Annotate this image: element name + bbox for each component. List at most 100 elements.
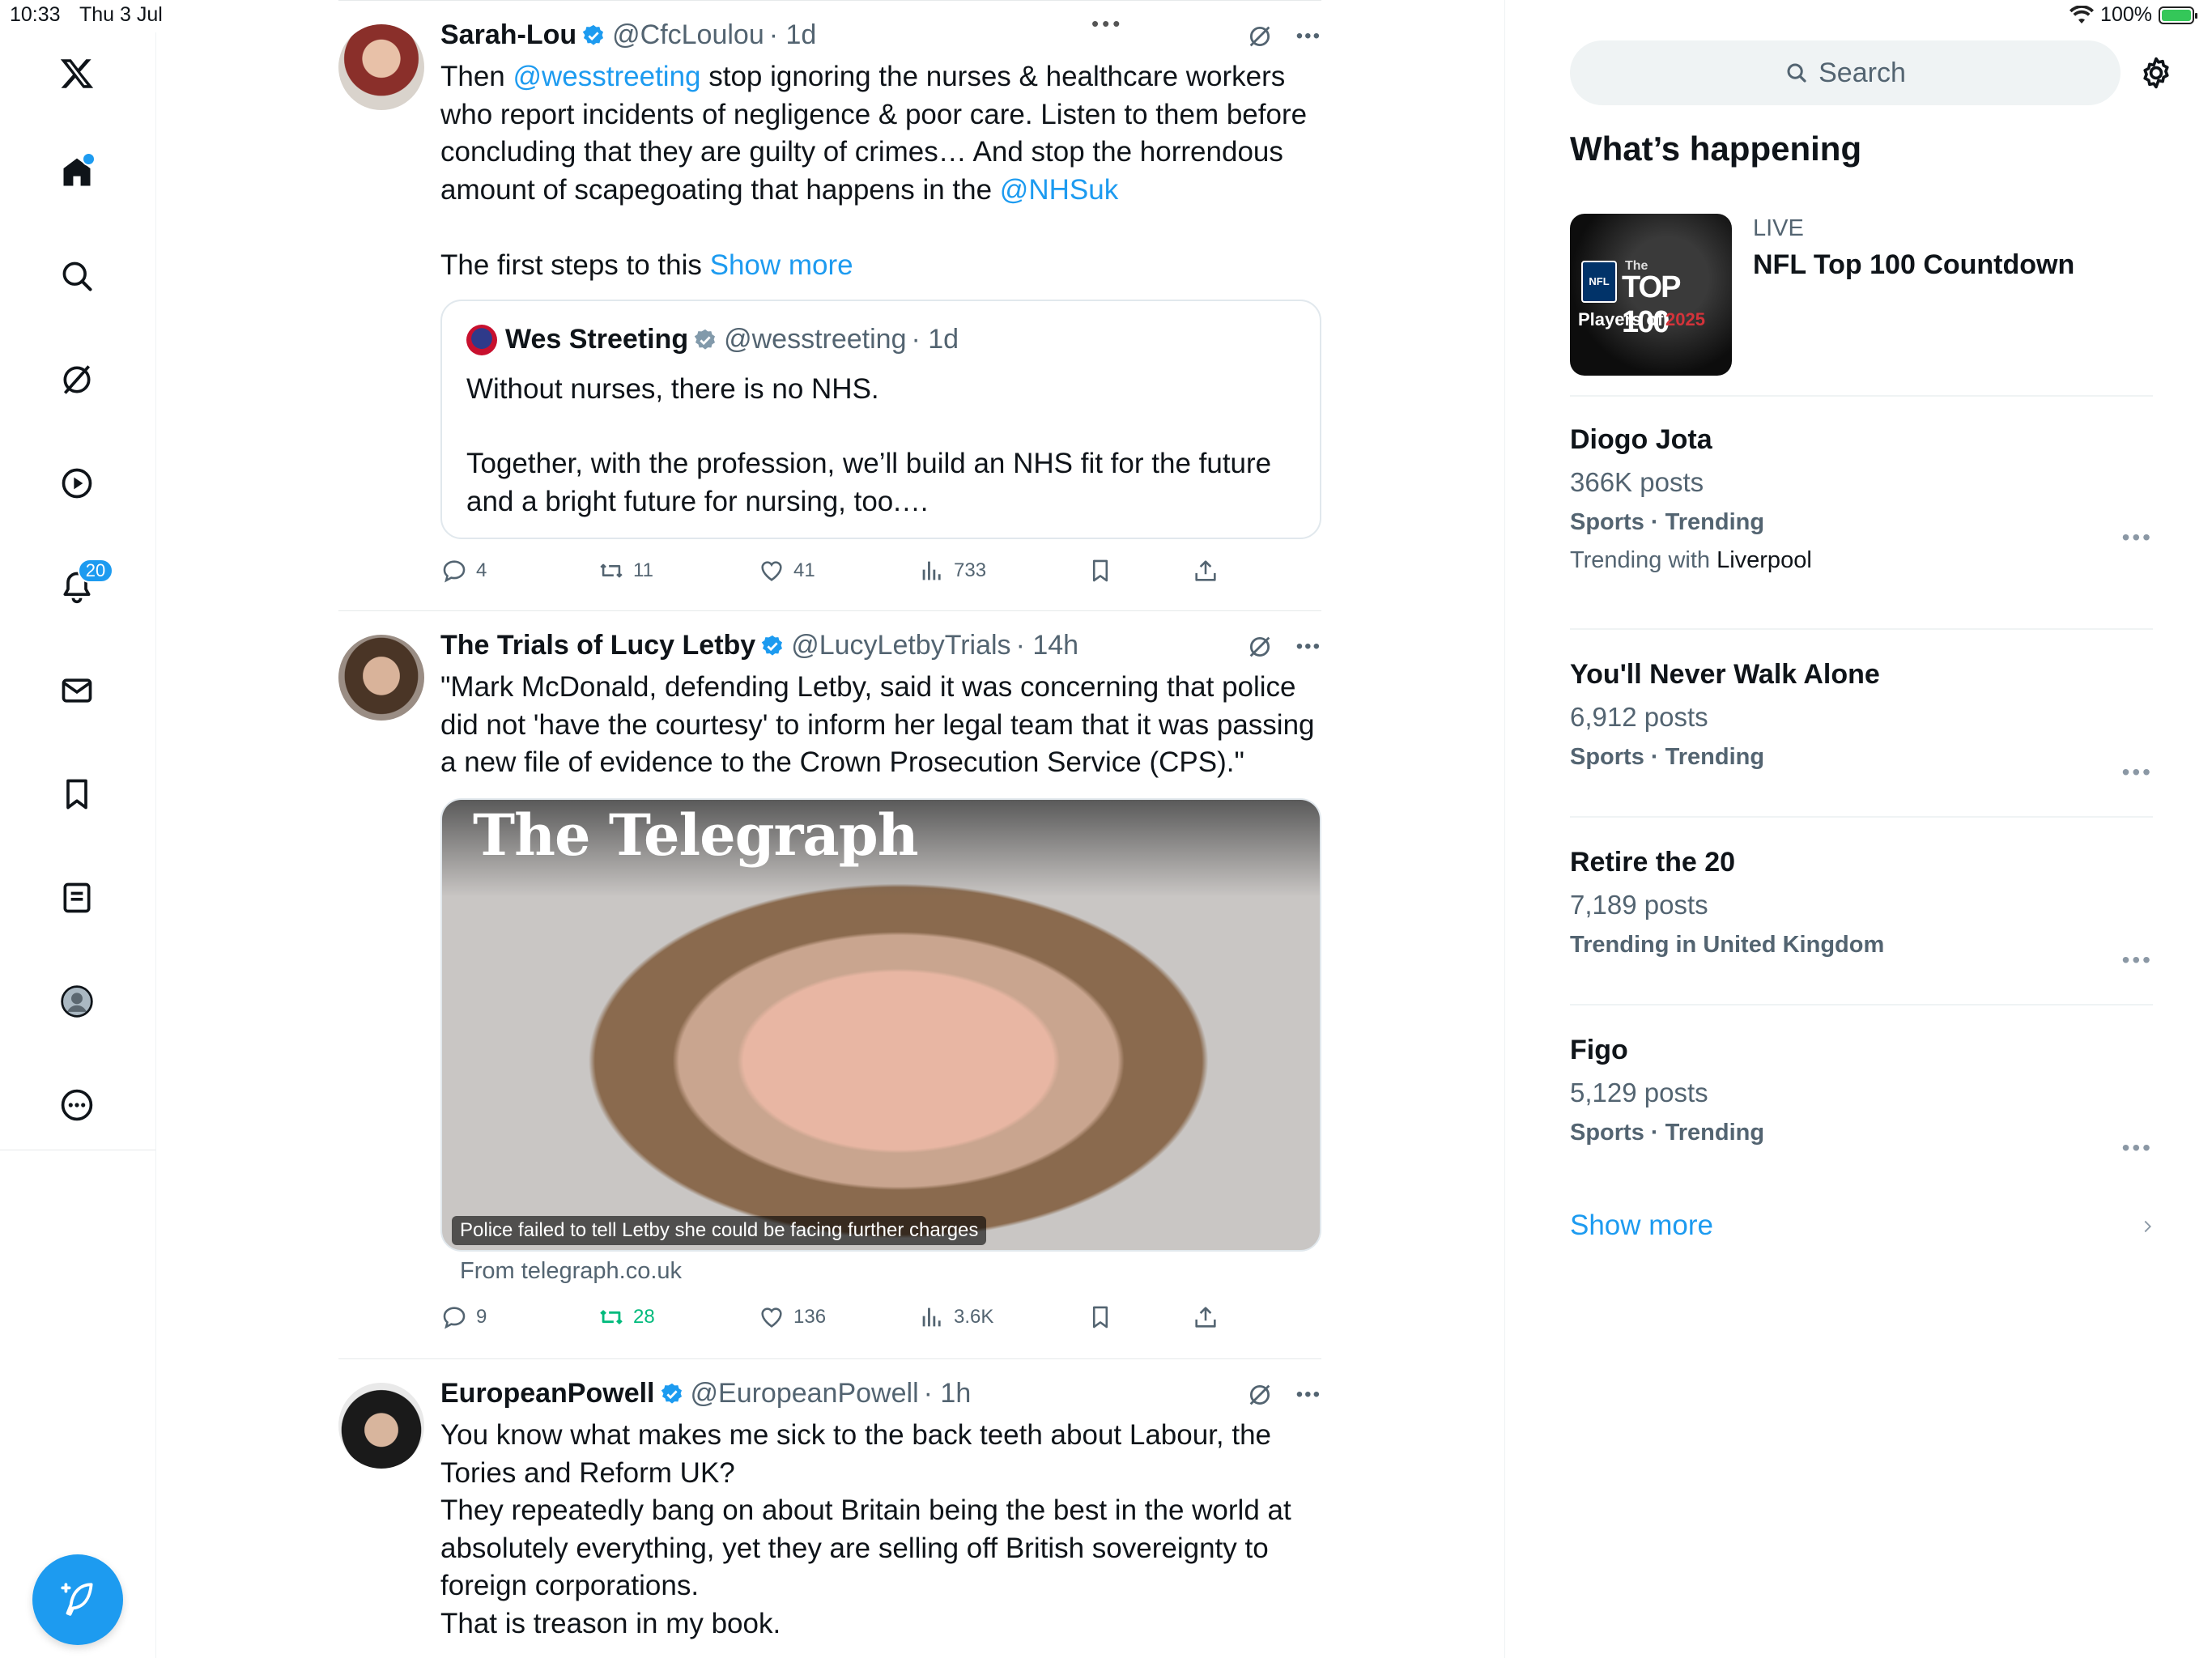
avatar[interactable] — [338, 1383, 424, 1469]
timeline-feed: Sarah-Lou @CfcLoulou · 1d ••• Then @wess… — [338, 0, 1321, 1658]
grok-icon[interactable] — [1246, 1381, 1274, 1409]
avatar[interactable] — [338, 24, 424, 110]
search-icon[interactable] — [53, 253, 100, 300]
more-options-icon[interactable]: ••• — [1296, 25, 1321, 48]
tweet-meta-icons: ••• — [1246, 23, 1321, 50]
grok-icon[interactable] — [53, 356, 100, 403]
profile-icon[interactable] — [53, 978, 100, 1025]
trend-title: Retire the 20 — [1570, 847, 1736, 878]
thumb-players-of: Players of — [1578, 309, 1664, 329]
sidebar-divider — [1570, 395, 2153, 397]
share-button[interactable] — [1192, 1303, 1219, 1331]
reply-count: 4 — [476, 559, 487, 581]
live-title[interactable]: NFL Top 100 Countdown — [1753, 249, 2074, 281]
telegraph-masthead: The Telegraph — [473, 801, 919, 869]
trend-with-topic: Liverpool — [1716, 547, 1812, 573]
share-button[interactable] — [1192, 557, 1219, 585]
trend-item[interactable]: Diogo Jota 366K posts Sports · Trending … — [1570, 424, 2153, 574]
video-icon[interactable] — [53, 460, 100, 507]
quote-author-name[interactable]: Wes Streeting — [505, 324, 688, 355]
quote-author-handle[interactable]: @wesstreeting — [724, 324, 906, 355]
post-time[interactable]: · 1h — [924, 1378, 972, 1409]
bookmark-button[interactable] — [1087, 557, 1114, 585]
more-options-icon[interactable]: ••• — [2122, 759, 2153, 785]
tweet-line: You know what makes me sick to the back … — [440, 1419, 1272, 1489]
bookmark-icon — [1092, 1306, 1108, 1329]
more-options-icon[interactable]: ••• — [2122, 525, 2153, 551]
like-count: 136 — [793, 1306, 827, 1328]
more-icon[interactable] — [53, 1082, 100, 1129]
avatar[interactable] — [338, 635, 424, 721]
post-time[interactable]: · 1d — [769, 19, 817, 51]
mention-link[interactable]: @wesstreeting — [513, 61, 701, 92]
link-card-image[interactable]: The Telegraph Police failed to tell Letb… — [440, 798, 1321, 1252]
author-name[interactable]: The Trials of Lucy Letby — [440, 630, 755, 661]
post-time[interactable]: · 14h — [1016, 630, 1079, 661]
tweet-text-2: The first steps to this Show more — [440, 247, 1323, 285]
repost-button[interactable]: 28 — [598, 1303, 655, 1331]
left-navigation: 20 — [0, 32, 156, 1658]
trend-item[interactable]: Figo 5,129 posts Sports · Trending ••• — [1570, 1035, 2153, 1160]
like-button[interactable]: 136 — [758, 1303, 826, 1331]
trend-posts: 366K posts — [1570, 467, 1704, 497]
home-icon[interactable] — [53, 149, 100, 196]
status-time: 10:33 — [10, 3, 61, 26]
trend-posts: 5,129 posts — [1570, 1078, 1708, 1107]
verified-icon — [582, 24, 604, 45]
grok-icon[interactable] — [1246, 633, 1274, 661]
nfl-logo: NFL — [1581, 261, 1617, 303]
grok-icon[interactable] — [1246, 23, 1274, 50]
repost-button[interactable]: 11 — [598, 557, 653, 585]
author-handle[interactable]: @LucyLetbyTrials — [791, 630, 1010, 661]
views-count: 733 — [954, 559, 987, 581]
more-options-icon[interactable]: ••• — [1296, 636, 1321, 658]
live-thumbnail[interactable]: NFL The TOP 100 Players of 2025 — [1570, 214, 1732, 376]
more-options-icon[interactable]: ••• — [2122, 1135, 2153, 1161]
mail-icon[interactable] — [53, 667, 100, 714]
author-name[interactable]: Sarah-Lou — [440, 19, 576, 51]
views-button[interactable]: 3.6K — [918, 1303, 993, 1331]
show-more-link[interactable]: Show more — [710, 249, 853, 281]
heart-icon — [761, 561, 782, 581]
heart-icon — [761, 1307, 782, 1328]
trend-title: You'll Never Walk Alone — [1570, 659, 1880, 690]
quote-header: Wes Streeting @wesstreeting · 1d — [466, 324, 959, 355]
trend-category: Sports · Trending — [1570, 1120, 1765, 1146]
trend-posts: 6,912 posts — [1570, 702, 1708, 732]
x-logo-icon[interactable] — [53, 50, 100, 97]
quote-avatar[interactable] — [466, 324, 497, 355]
quoted-tweet[interactable]: Wes Streeting @wesstreeting · 1d Without… — [440, 300, 1321, 539]
views-icon — [922, 1307, 941, 1327]
reply-button[interactable]: 9 — [440, 1303, 487, 1331]
verified-icon — [661, 1383, 682, 1404]
trend-title: Diogo Jota — [1570, 424, 1712, 455]
mention-link[interactable]: @NHSuk — [1000, 174, 1118, 206]
trend-category: Sports · Trending — [1570, 744, 1765, 770]
like-button[interactable]: 41 — [758, 557, 815, 585]
thumb-year: 2025 — [1665, 309, 1705, 329]
reply-button[interactable]: 4 — [440, 557, 487, 585]
search-bar[interactable]: Search — [1570, 40, 2121, 105]
settings-gear-icon[interactable] — [2138, 55, 2174, 91]
show-more-link[interactable]: Show more — [1570, 1209, 1713, 1242]
author-handle[interactable]: @EuropeanPowell — [691, 1378, 919, 1409]
author-name[interactable]: EuropeanPowell — [440, 1378, 655, 1409]
compose-post-button[interactable] — [32, 1554, 123, 1645]
right-sidebar: Search What’s happening NFL The TOP 100 … — [1504, 0, 2212, 1658]
views-button[interactable]: 733 — [918, 557, 986, 585]
sidebar-divider — [1570, 628, 2153, 630]
bookmark-button[interactable] — [1087, 1303, 1114, 1331]
quote-text-1: Without nurses, there is no NHS. — [466, 373, 879, 405]
author-handle[interactable]: @CfcLoulou — [612, 19, 764, 51]
card-source[interactable]: From telegraph.co.uk — [460, 1258, 682, 1285]
more-options-icon[interactable]: ••• — [2122, 947, 2153, 973]
more-options-icon[interactable]: ••• — [1296, 1384, 1321, 1406]
repost-icon — [600, 563, 623, 578]
bookmark-icon[interactable] — [53, 771, 100, 818]
trend-item[interactable]: You'll Never Walk Alone 6,912 posts Spor… — [1570, 659, 2153, 784]
bell-icon[interactable]: 20 — [53, 559, 113, 610]
tweet-line: That is treason in my book. — [440, 1607, 781, 1639]
list-icon[interactable] — [53, 874, 100, 921]
trend-item[interactable]: Retire the 20 7,189 posts Trending in Un… — [1570, 847, 2153, 972]
tweet-actions: 9 28 136 3.6K — [440, 1303, 1323, 1336]
